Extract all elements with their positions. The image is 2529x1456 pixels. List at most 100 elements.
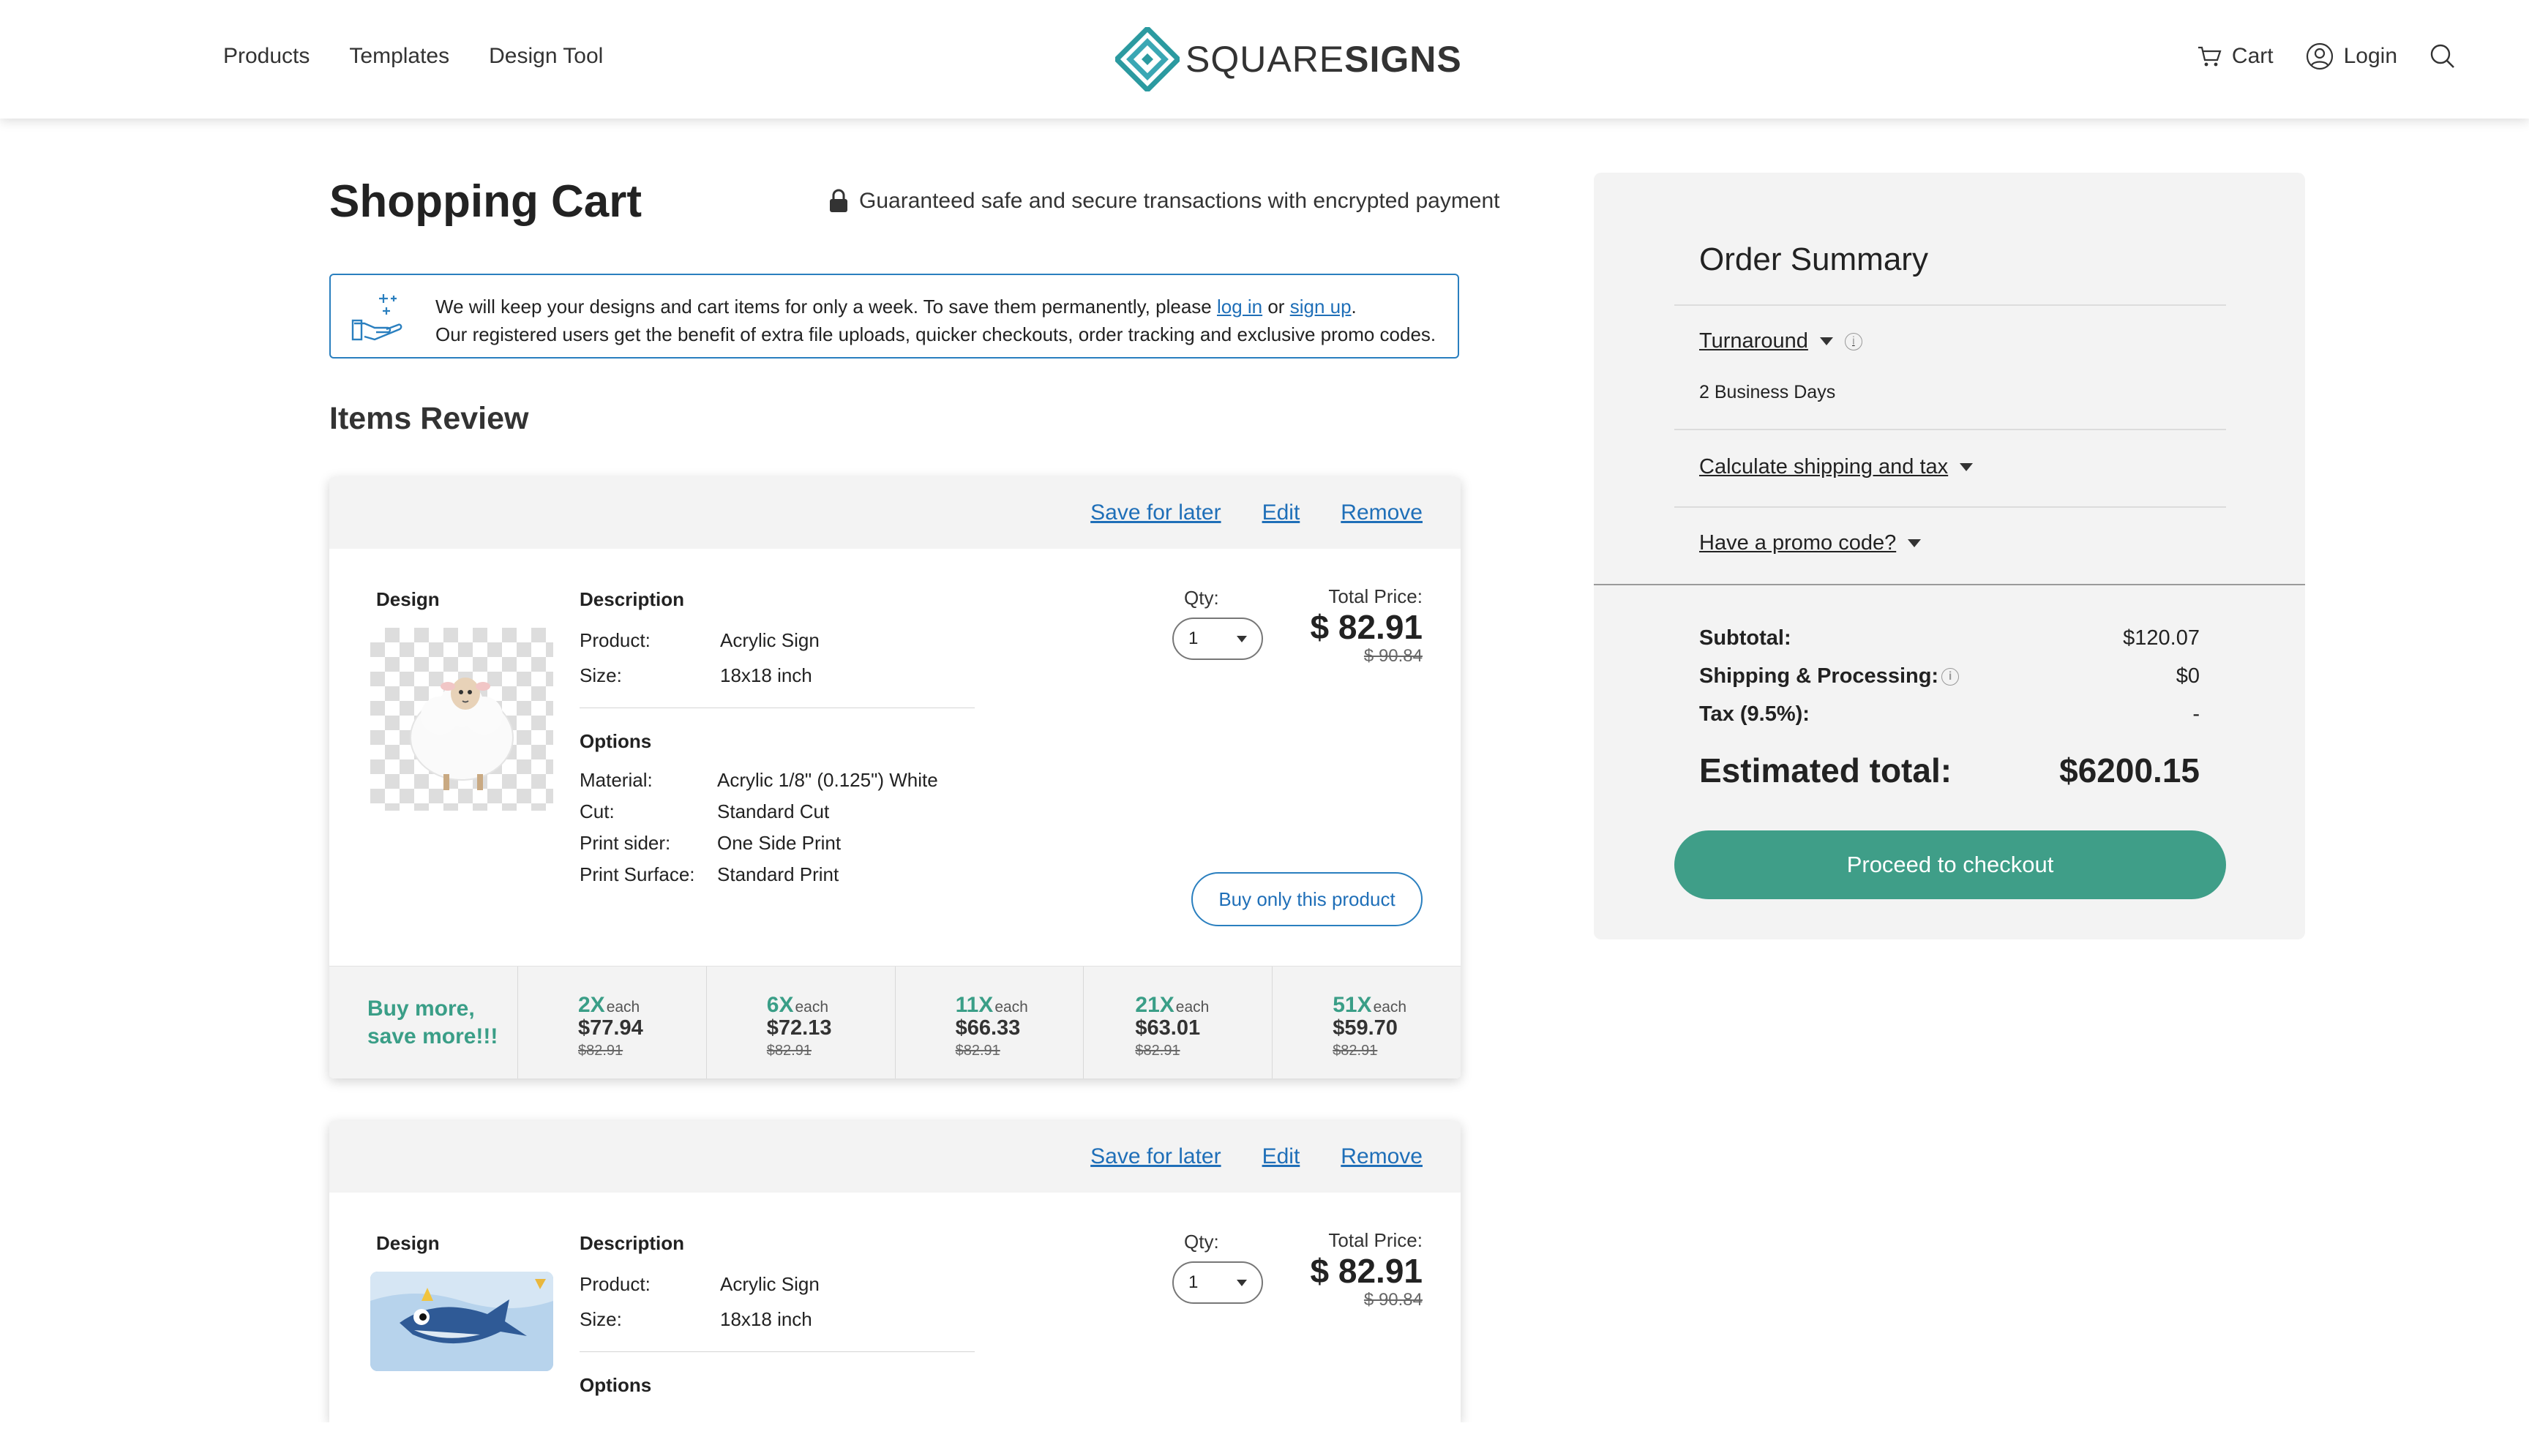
shipping-tax-label: Calculate shipping and tax — [1699, 455, 1949, 479]
tier-mult-value: 11X — [955, 993, 994, 1017]
tier-each: each — [795, 999, 829, 1016]
discount-tier[interactable]: 51Xeach $59.70 $82.91 — [1273, 967, 1461, 1078]
buy-more-line2: save more!!! — [367, 1024, 498, 1048]
nav-products[interactable]: Products — [223, 44, 310, 69]
divider — [1594, 584, 2305, 585]
notice-login-link[interactable]: log in — [1217, 296, 1262, 318]
save-for-later-link[interactable]: Save for later — [1090, 1144, 1221, 1169]
size-row: Size: 18x18 inch — [580, 658, 975, 693]
tier-price: $63.01 — [1135, 1016, 1201, 1040]
shipping-label: Shipping & Processing: — [1699, 664, 1939, 688]
main-nav: Products Templates Design Tool — [223, 44, 603, 69]
shipping-tax-toggle[interactable]: Calculate shipping and tax — [1699, 455, 1974, 479]
turnaround-value: 2 Business Days — [1699, 382, 1836, 402]
notice-or: or — [1262, 296, 1290, 318]
tier-each: each — [606, 999, 640, 1016]
tier-old-price: $82.91 — [1333, 1043, 1378, 1059]
guest-notice: We will keep your designs and cart items… — [329, 274, 1459, 359]
shark-illustration — [370, 1272, 553, 1371]
remove-link[interactable]: Remove — [1341, 1144, 1423, 1169]
option-key: Print sider: — [580, 832, 671, 854]
tier-mult-value: 2X — [578, 993, 605, 1017]
product-key: Product: — [580, 628, 651, 651]
product-row: Product: Acrylic Sign — [580, 623, 975, 658]
turnaround-label: Turnaround — [1699, 329, 1808, 353]
design-label: Design — [376, 1232, 440, 1254]
option-row: Cut: Standard Cut — [580, 796, 975, 828]
logo[interactable]: SQUARESIGNS — [1115, 26, 1462, 92]
sheep-illustration — [410, 678, 514, 790]
estimated-total-label: Estimated total: — [1699, 751, 1952, 789]
secure-text: Guaranteed safe and secure transactions … — [859, 189, 1500, 213]
qty-select[interactable]: 1 — [1172, 618, 1263, 660]
estimated-total-value: $6200.15 — [2059, 751, 2200, 789]
shipping-label-wrap: Shipping & Processing: i — [1699, 664, 1960, 688]
divider — [1674, 304, 2226, 306]
logo-mark-icon — [1115, 27, 1180, 91]
tier-mult-value: 6X — [766, 993, 794, 1017]
discount-tier[interactable]: 11Xeach $66.33 $82.91 — [896, 967, 1084, 1078]
page-title: Shopping Cart — [329, 176, 642, 227]
top-header: Products Templates Design Tool SQUARESIG… — [0, 0, 2529, 119]
discount-tier[interactable]: 21Xeach $63.01 $82.91 — [1084, 967, 1273, 1078]
total-price: $ 82.91 — [1310, 608, 1423, 646]
price-block: Total Price: $ 82.91 $ 90.84 — [1311, 1229, 1423, 1310]
tax-label: Tax (9.5%): — [1699, 702, 1810, 726]
turnaround-toggle[interactable]: Turnaround i — [1699, 329, 1862, 353]
save-for-later-link[interactable]: Save for later — [1090, 500, 1221, 525]
promo-code-label: Have a promo code? — [1699, 531, 1897, 555]
secure-note: Guaranteed safe and secure transactions … — [828, 189, 1500, 214]
nav-templates[interactable]: Templates — [349, 44, 449, 69]
tier-multiplier: 51Xeach — [1333, 993, 1406, 1018]
logo-text-bold: SIGNS — [1344, 39, 1462, 80]
total-price-label: Total Price: — [1328, 585, 1423, 607]
login-link[interactable]: Login — [2306, 42, 2397, 70]
qty-select[interactable]: 1 — [1172, 1261, 1263, 1304]
option-row: Print sider: One Side Print — [580, 828, 975, 859]
cart-item-toolbar: Save for later Edit Remove — [329, 477, 1461, 549]
price-block: Total Price: $ 82.91 $ 90.84 — [1311, 585, 1423, 667]
subtotal-label: Subtotal: — [1699, 626, 1791, 650]
tier-old-price: $82.91 — [955, 1043, 1000, 1059]
option-value: Standard Cut — [717, 800, 830, 822]
size-value: 18x18 inch — [720, 664, 812, 686]
proceed-to-checkout-button[interactable]: Proceed to checkout — [1674, 830, 2226, 899]
cart-label: Cart — [2231, 44, 2274, 68]
notice-signup-link[interactable]: sign up — [1290, 296, 1352, 318]
design-thumbnail[interactable] — [370, 1272, 553, 1371]
cart-item-actions: Save for later Edit Remove — [1090, 1144, 1423, 1169]
design-thumbnail[interactable] — [370, 628, 553, 811]
user-nav: Cart Login — [2197, 42, 2456, 70]
tier-price: $66.33 — [955, 1016, 1021, 1040]
product-key: Product: — [580, 1272, 651, 1295]
cart-link[interactable]: Cart — [2197, 44, 2274, 69]
info-icon[interactable]: i — [1844, 332, 1862, 350]
tier-multiplier: 2Xeach — [578, 993, 640, 1018]
promo-code-toggle[interactable]: Have a promo code? — [1699, 531, 1922, 555]
buy-only-this-product-button[interactable]: Buy only this product — [1191, 872, 1423, 926]
option-value: One Side Print — [717, 832, 842, 854]
size-key: Size: — [580, 1307, 622, 1330]
qty-label: Qty: — [1184, 587, 1219, 609]
info-icon[interactable]: i — [1941, 667, 1960, 686]
notice-line1: We will keep your designs and cart items… — [435, 296, 1217, 318]
discount-tier[interactable]: 2Xeach $77.94 $82.91 — [518, 967, 707, 1078]
tax-row: Tax (9.5%): - — [1699, 702, 2200, 727]
size-key: Size: — [580, 664, 622, 686]
tier-each: each — [994, 999, 1028, 1016]
remove-link[interactable]: Remove — [1341, 500, 1423, 525]
cart-item: Save for later Edit Remove Design Descri… — [329, 477, 1461, 1078]
edit-link[interactable]: Edit — [1262, 1144, 1300, 1169]
edit-link[interactable]: Edit — [1262, 500, 1300, 525]
discount-tier[interactable]: 6Xeach $72.13 $82.91 — [707, 967, 896, 1078]
order-summary-title: Order Summary — [1699, 241, 1928, 277]
estimated-total-row: Estimated total: $6200.15 — [1699, 751, 2200, 790]
description-heading: Description — [580, 1232, 685, 1254]
tier-each: each — [1373, 999, 1407, 1016]
shipping-value: $0 — [2176, 664, 2200, 688]
item-description: Description Product: Acrylic Sign Size: 18… — [580, 1232, 975, 1408]
search-icon[interactable] — [2429, 43, 2456, 70]
nav-design-tool[interactable]: Design Tool — [489, 44, 603, 69]
size-row: Size: 18x18 inch — [580, 1302, 975, 1337]
total-price-label: Total Price: — [1328, 1229, 1423, 1251]
